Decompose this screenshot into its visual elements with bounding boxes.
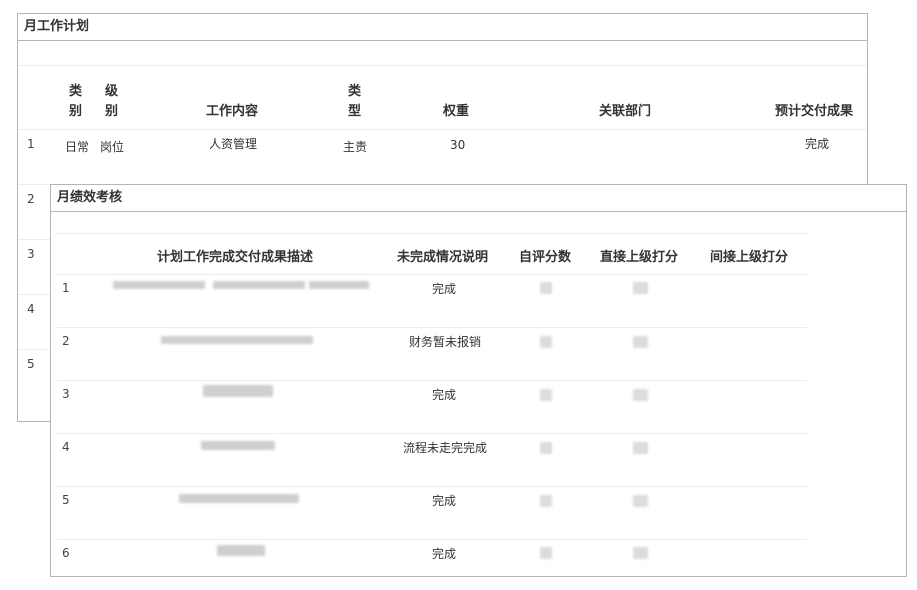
row-divider xyxy=(57,380,807,381)
header-type-line1: 类 xyxy=(348,84,362,99)
monthly-plan-title: 月工作计划 xyxy=(18,14,867,41)
row-index: 4 xyxy=(27,302,35,316)
redacted-self-score xyxy=(540,336,552,348)
row-index: 3 xyxy=(27,247,35,261)
row-weight: 30 xyxy=(450,138,466,152)
row-divider xyxy=(57,327,807,328)
row-type: 主责 xyxy=(343,140,368,154)
row-index: 2 xyxy=(62,334,70,348)
row-level: 岗位 xyxy=(100,140,125,154)
row-divider xyxy=(57,486,807,487)
header-type-line2: 型 xyxy=(348,104,362,119)
redacted-self-score xyxy=(540,282,552,294)
row-status: 流程未走完完成 xyxy=(403,441,488,455)
header-weight: 权重 xyxy=(443,104,470,119)
row-status: 完成 xyxy=(432,547,457,561)
header-deliverable: 预计交付成果 xyxy=(775,104,854,119)
row-status: 完成 xyxy=(432,494,457,508)
header-level-line1: 级 xyxy=(105,84,119,99)
redacted-description xyxy=(113,281,205,289)
header-department: 关联部门 xyxy=(599,104,652,119)
row-deliverable: 完成 xyxy=(805,137,830,151)
redacted-direct-score xyxy=(633,282,648,294)
monthly-review-panel: 月绩效考核 计划工作完成交付成果描述 未完成情况说明 自评分数 直接上级打分 间… xyxy=(50,184,907,577)
redacted-self-score xyxy=(540,547,552,559)
header-category-line2: 别 xyxy=(69,104,83,119)
redacted-description xyxy=(179,494,299,503)
row-divider xyxy=(57,539,807,540)
redacted-direct-score xyxy=(633,442,648,454)
row-status: 财务暂未报销 xyxy=(409,335,482,349)
redacted-description xyxy=(309,281,369,289)
redacted-description xyxy=(203,385,273,397)
header-self-score: 自评分数 xyxy=(519,250,572,265)
redacted-direct-score xyxy=(633,495,648,507)
redacted-description xyxy=(201,441,275,450)
row-divider xyxy=(57,433,807,434)
row-divider xyxy=(18,239,51,240)
header-category-line1: 类 xyxy=(69,84,83,99)
header-work-content: 工作内容 xyxy=(206,104,259,119)
header-indirect-score: 间接上级打分 xyxy=(710,250,789,265)
row-index: 5 xyxy=(62,493,70,507)
row-status: 完成 xyxy=(432,282,457,296)
row-index: 4 xyxy=(62,440,70,454)
header-divider xyxy=(57,274,807,275)
row-index: 2 xyxy=(27,192,35,206)
header-description: 计划工作完成交付成果描述 xyxy=(157,250,314,265)
header-incomplete-note: 未完成情况说明 xyxy=(397,250,489,265)
redacted-direct-score xyxy=(633,336,648,348)
redacted-direct-score xyxy=(633,547,648,559)
redacted-description xyxy=(217,545,265,556)
row-content: 人资管理 xyxy=(209,137,258,151)
header-divider xyxy=(18,129,867,130)
row-category: 日常 xyxy=(65,140,90,154)
row-index: 1 xyxy=(27,137,35,151)
redacted-description xyxy=(213,281,305,289)
row-index: 5 xyxy=(27,357,35,371)
row-divider xyxy=(18,294,51,295)
row-index: 3 xyxy=(62,387,70,401)
header-direct-score: 直接上级打分 xyxy=(600,250,679,265)
row-status: 完成 xyxy=(432,388,457,402)
header-level-line2: 别 xyxy=(105,104,119,119)
row-index: 6 xyxy=(62,546,70,560)
redacted-self-score xyxy=(540,389,552,401)
redacted-self-score xyxy=(540,495,552,507)
redacted-description xyxy=(161,336,313,344)
redacted-direct-score xyxy=(633,389,648,401)
redacted-self-score xyxy=(540,442,552,454)
divider xyxy=(57,233,807,234)
monthly-review-title: 月绩效考核 xyxy=(51,185,906,212)
divider xyxy=(18,65,867,66)
row-divider xyxy=(18,349,51,350)
row-index: 1 xyxy=(62,281,70,295)
